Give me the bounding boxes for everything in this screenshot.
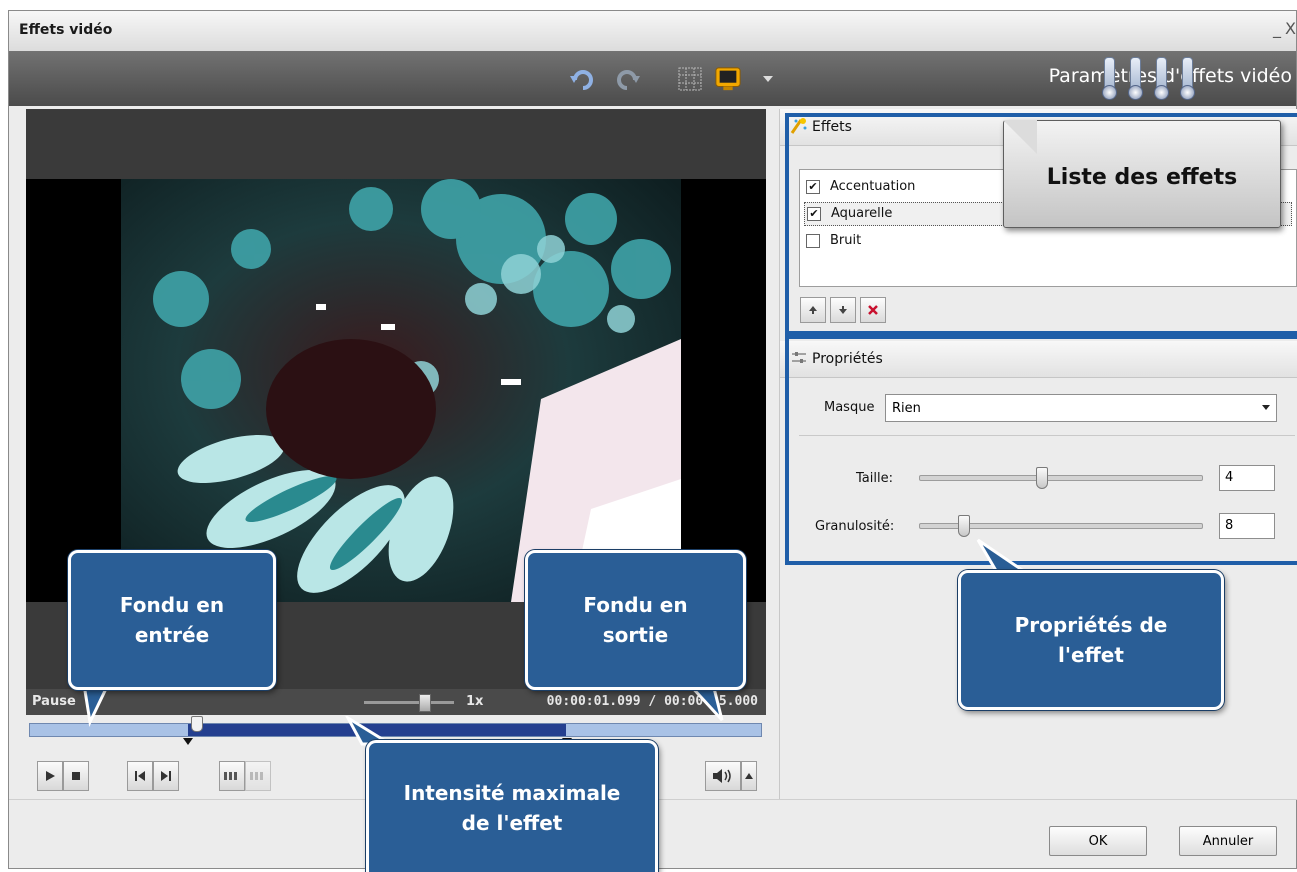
player-status-bar: Pause 1x 00:00:01.099 / 00:00:05.000 (26, 689, 766, 715)
next-frame-button[interactable] (153, 761, 179, 791)
pin-icon (1154, 57, 1169, 100)
properties-callout: Propriétés de l'effet (958, 570, 1224, 710)
undo-icon[interactable] (569, 66, 595, 92)
pin-icon (1102, 57, 1117, 100)
pin-icon (1180, 57, 1195, 100)
effects-list-callout-text: Liste des effets (1046, 165, 1238, 190)
stop-button[interactable] (63, 761, 89, 791)
toolbar-label: Paramètres d'effets vidéo (1048, 65, 1292, 87)
time-readout: 00:00:01.099 / 00:00:05.000 (546, 694, 758, 709)
monitor-icon[interactable] (715, 66, 741, 92)
grid-icon[interactable] (677, 66, 703, 92)
fade-in-callout: Fondu en entrée (68, 550, 276, 690)
mark-in-button[interactable] (219, 761, 245, 791)
properties-callout-text: Propriétés de l'effet (1014, 613, 1168, 667)
timeline-position-thumb[interactable] (191, 716, 203, 732)
folded-corner-icon (1003, 120, 1037, 154)
playback-status: Pause (32, 694, 76, 709)
effects-list-callout: Liste des effets (1003, 120, 1281, 228)
intensity-callout-text: Intensité maximale de l'effet (403, 780, 621, 835)
fade-out-callout: Fondu en sortie (525, 550, 746, 690)
intensity-callout: Intensité maximale de l'effet (366, 740, 658, 872)
mark-out-button[interactable] (245, 761, 271, 791)
fade-in-callout-text: Fondu en entrée (119, 593, 225, 647)
effect-timeline[interactable] (29, 723, 762, 737)
video-frame (121, 179, 681, 602)
fade-out-callout-text: Fondu en sortie (583, 593, 688, 647)
cancel-button[interactable]: Annuler (1179, 826, 1277, 856)
volume-up-arrow-icon[interactable] (741, 761, 757, 791)
title-bar: Effets vidéo _ X (9, 11, 1296, 52)
speed-slider-track[interactable] (364, 701, 454, 704)
window-title: Effets vidéo (19, 22, 113, 38)
dropdown-arrow-icon[interactable] (761, 66, 775, 92)
previous-frame-button[interactable] (127, 761, 153, 791)
fade-in-marker[interactable] (183, 738, 193, 745)
app-root: Effets vidéo _ X Paramètres d'effets vid… (0, 0, 1297, 872)
redo-icon[interactable] (615, 66, 641, 92)
minimize-button[interactable]: _ (1273, 19, 1281, 38)
properties-highlight-frame (785, 335, 1297, 565)
toolbar: Paramètres d'effets vidéo (9, 51, 1296, 106)
close-button[interactable]: X (1285, 19, 1296, 38)
speaker-icon[interactable] (705, 761, 741, 791)
play-button[interactable] (37, 761, 63, 791)
speed-value: 1x (466, 694, 484, 709)
pin-icon (1128, 57, 1143, 100)
ok-button[interactable]: OK (1049, 826, 1147, 856)
speed-slider-thumb[interactable] (419, 694, 431, 712)
